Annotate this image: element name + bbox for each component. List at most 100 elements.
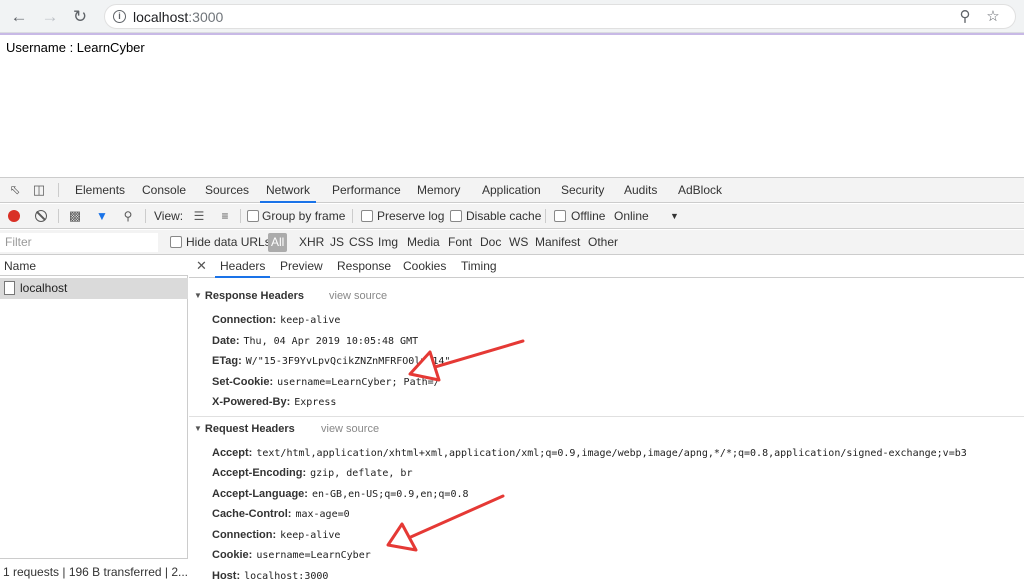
chevron-down-icon[interactable]: ▼ [670,204,679,229]
disable-cache-checkbox[interactable] [450,210,462,222]
filter-type-ws[interactable]: WS [506,233,531,252]
separator [145,209,146,223]
header-key: Connection: [212,314,277,326]
filter-type-other[interactable]: Other [585,233,621,252]
header-value: text/html,application/xhtml+xml,applicat… [256,448,967,459]
filter-input[interactable]: Filter [0,233,158,252]
header-value: keep-alive [280,315,341,326]
offline-label[interactable]: Offline [571,204,605,229]
tab-headers[interactable]: Headers [215,256,271,278]
separator [352,209,353,223]
header-value: username=LearnCyber; Path=/ [277,377,440,388]
response-headers-toggle[interactable]: ▼ Response Headers [194,290,304,302]
clear-icon[interactable] [35,210,47,222]
filter-type-css[interactable]: CSS [346,233,377,252]
tab-memory[interactable]: Memory [411,178,466,203]
screenshot-video-icon[interactable]: ▩ [68,209,82,223]
filter-type-manifest[interactable]: Manifest [532,233,583,252]
response-header-line: X-Powered-By: Express [212,396,336,408]
tab-response[interactable]: Response [332,256,396,278]
close-icon[interactable]: ✕ [196,258,207,274]
device-toolbar-icon[interactable]: ◫ [31,182,47,198]
offline-checkbox[interactable] [554,210,566,222]
response-header-line: ETag: W/"15-3F9YvLpvQcikZNZnMFRFO0lvW14" [212,355,450,367]
tab-cookies[interactable]: Cookies [398,256,451,278]
zoom-icon[interactable]: ⚲ [955,7,975,27]
filter-funnel-icon[interactable]: ▼ [95,209,109,223]
info-icon[interactable]: i [113,10,126,23]
tab-sources[interactable]: Sources [199,178,255,203]
url-text[interactable]: localhost:3000 [133,9,223,25]
tab-console[interactable]: Console [136,178,192,203]
tab-performance[interactable]: Performance [326,178,407,203]
header-value: en-GB,en-US;q=0.9,en;q=0.8 [311,489,469,500]
separator [58,183,59,197]
bookmark-star-icon[interactable]: ☆ [983,7,1003,27]
filter-type-font[interactable]: Font [445,233,475,252]
request-row[interactable]: localhost [0,278,188,299]
back-icon[interactable]: ← [7,5,31,29]
devtools-panel: ⬁ ◫ Elements Console Sources Network Per… [0,177,1024,583]
separator [240,209,241,223]
filter-type-all[interactable]: All [268,233,288,252]
throttle-select[interactable]: Online [614,204,649,229]
tab-elements[interactable]: Elements [69,178,131,203]
group-by-frame-label[interactable]: Group by frame [262,204,345,229]
request-header-line: Accept: text/html,application/xhtml+xml,a… [212,447,967,459]
tab-audits[interactable]: Audits [618,178,663,203]
record-icon[interactable] [8,210,20,222]
header-key: Cookie: [212,549,253,561]
search-icon[interactable]: ⚲ [121,209,135,223]
disable-cache-label[interactable]: Disable cache [466,204,541,229]
header-value: username=LearnCyber [256,550,371,561]
tab-network[interactable]: Network [260,178,317,203]
inspect-element-icon[interactable]: ⬁ [7,182,23,198]
request-name: localhost [20,281,68,295]
request-list: Name localhost 1 requests | 196 B transf… [0,256,188,583]
hide-data-urls-checkbox[interactable] [170,236,182,248]
overview-icon[interactable]: ≡ [218,209,232,223]
filter-type-xhr[interactable]: XHR [296,233,327,252]
filter-type-js[interactable]: JS [327,233,347,252]
username-text: Username : LearnCyber [6,40,145,55]
reload-icon[interactable]: ↻ [68,5,92,29]
request-header-line: Cookie: username=LearnCyber [212,549,371,561]
request-headers-title: Request Headers [204,423,295,435]
expand-triangle-icon: ▼ [194,291,202,300]
tab-security[interactable]: Security [555,178,610,203]
request-header-line: Accept-Language: en-GB,en-US;q=0.9,en;q=0… [212,488,469,500]
expand-triangle-icon: ▼ [194,424,202,433]
tab-adblock[interactable]: AdBlock [672,178,728,203]
tab-timing[interactable]: Timing [456,256,502,278]
devtools-tabbar: ⬁ ◫ Elements Console Sources Network Per… [0,178,1024,203]
large-rows-icon[interactable]: ☰ [192,209,206,223]
filter-type-doc[interactable]: Doc [477,233,504,252]
preserve-log-checkbox[interactable] [361,210,373,222]
name-column-header[interactable]: Name [0,256,188,276]
filter-type-img[interactable]: Img [375,233,401,252]
group-by-frame-checkbox[interactable] [247,210,259,222]
request-view-source-link[interactable]: view source [321,423,379,435]
request-header-line: Cache-Control: max-age=0 [212,508,350,520]
filter-bar: Filter Hide data URLs All XHR JS CSS Img… [0,230,1024,255]
header-key: Date: [212,335,240,347]
header-key: Accept-Language: [212,488,308,500]
header-key: Host: [212,570,241,582]
tab-application[interactable]: Application [476,178,547,203]
toolbar-accent-line [0,33,1024,35]
tab-preview[interactable]: Preview [275,256,328,278]
header-value: gzip, deflate, br [310,468,413,479]
response-view-source-link[interactable]: view source [329,290,387,302]
response-header-line: Connection: keep-alive [212,314,340,326]
separator [545,209,546,223]
preserve-log-label[interactable]: Preserve log [377,204,444,229]
document-icon [4,281,15,295]
header-value: localhost:3000 [244,571,329,582]
hide-data-urls-label[interactable]: Hide data URLs [186,230,271,255]
request-headers-toggle[interactable]: ▼ Request Headers [194,423,295,435]
filter-type-media[interactable]: Media [404,233,443,252]
browser-toolbar: ← → ↻ i localhost:3000 ⚲ ☆ [0,0,1024,33]
address-bar[interactable]: i localhost:3000 ⚲ ☆ [104,4,1016,29]
forward-icon[interactable]: → [38,5,62,29]
header-value: keep-alive [280,530,341,541]
